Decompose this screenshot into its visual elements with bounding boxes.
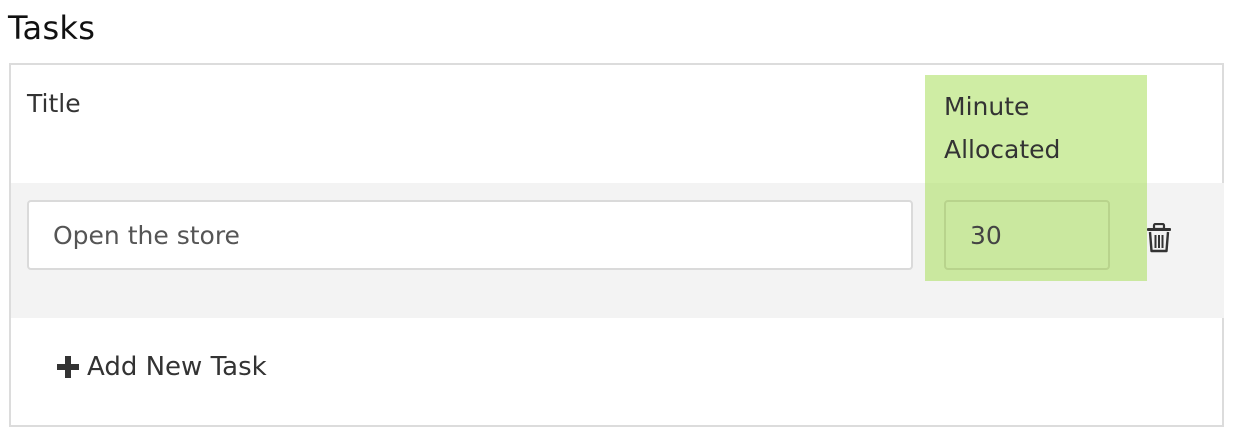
task-title-input[interactable]: [27, 200, 913, 270]
minutes-column-header: Minute Allocated: [944, 92, 1061, 164]
minutes-allocated-input[interactable]: [944, 200, 1110, 270]
section-title: Tasks: [8, 9, 96, 47]
title-column-header: Title: [27, 89, 81, 118]
plus-icon: [57, 356, 79, 378]
add-new-task-button[interactable]: Add New Task: [57, 347, 267, 387]
trash-icon[interactable]: [1145, 222, 1173, 253]
add-new-task-label: Add New Task: [87, 352, 267, 382]
tasks-table: Title Minute Allocated Add New Task: [9, 63, 1224, 427]
